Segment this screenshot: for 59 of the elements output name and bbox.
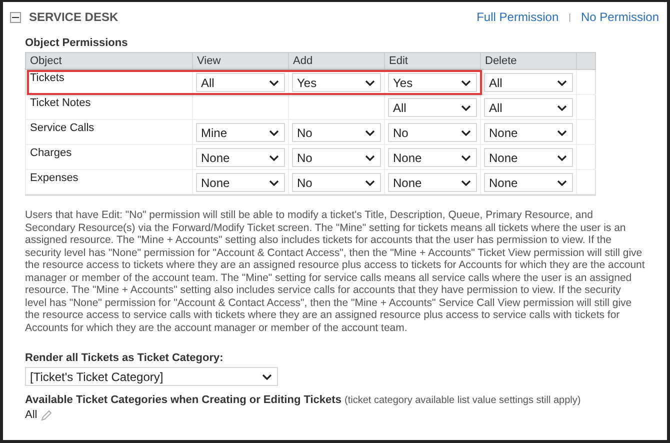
chevron-icon — [365, 154, 375, 160]
chevron-icon — [461, 130, 471, 136]
help-text: Users that have Edit: "No" permission will still be able to modify a ticket's Title, Description, Queue, Primary Resource, and Secondary Resource(s) via the Forward/Modify Ticket screen. The "Mine" setting for tickets means all tickets where the user is an assigned resource. The "Mine + Accounts" setting also includes tickets for accounts that the user has permission to view. If the security level has "None" permission for "Account & Contact Access", then the "Mine + Accounts" Ticket View permission will still give the resource access to tickets where they are an assigned resource plus access to tickets for Accounts for which they are the account manager or member of the account team. The "Mine" setting for service calls means all service calls where the user is an assigned resource. The "Mine + Accounts" setting also includes service calls for accounts that they have permission to view. If the security level has "None" permission for "Account & Contact Access", then the "Mine + Accounts" Service Call View permission will still give the resource access to service calls with tickets where they are an assigned resource plus access to service calls with tickets for Accounts for which they are the account manager or member of the account team. — [25, 209, 645, 334]
chevron-icon — [269, 80, 279, 86]
chevron-icon — [461, 180, 471, 186]
value-text: All — [25, 409, 38, 421]
chevron-icon — [269, 154, 279, 160]
dropdown[interactable]: All — [484, 98, 573, 117]
object-name: Charges — [30, 147, 72, 159]
chevron-icon — [365, 80, 375, 86]
column-header: Delete — [480, 52, 576, 70]
chevron-icon — [557, 104, 567, 110]
dropdown[interactable]: All — [484, 73, 573, 92]
collapse-toggle[interactable] — [10, 12, 21, 22]
chevron-icon — [557, 154, 567, 160]
dropdown[interactable]: None — [196, 148, 285, 167]
chevron-icon — [365, 180, 375, 186]
hint-text: (ticket category available list value settings still apply) — [344, 395, 581, 406]
dropdown[interactable]: Yes — [388, 73, 477, 92]
chevron-icon — [461, 80, 471, 86]
dropdown[interactable]: All — [388, 98, 477, 117]
chevron-icon — [461, 154, 471, 160]
field-label: Available Ticket Categories when Creating or Editing Tickets — [25, 394, 342, 406]
field-label: Render all Tickets as Ticket Category: — [25, 352, 224, 364]
dropdown[interactable]: No — [292, 123, 381, 142]
chevron-icon — [557, 80, 567, 86]
permission-link[interactable]: No Permission — [580, 10, 659, 24]
dropdown[interactable]: All — [196, 73, 285, 92]
permission-link[interactable]: Full Permission — [476, 10, 559, 24]
dropdown[interactable]: No — [292, 148, 381, 167]
column-header: Object — [26, 52, 192, 70]
dropdown[interactable]: No — [292, 173, 381, 192]
dropdown[interactable]: None — [484, 173, 573, 192]
dropdown[interactable]: None — [196, 173, 285, 192]
table-title: Object Permissions — [25, 37, 129, 49]
chevron-icon — [557, 180, 567, 186]
dropdown[interactable]: None — [484, 123, 573, 142]
dropdown[interactable]: [Ticket's Ticket Category] — [25, 367, 278, 386]
chevron-icon — [461, 104, 471, 110]
dropdown[interactable]: Yes — [292, 73, 381, 92]
dropdown[interactable]: No — [388, 123, 477, 142]
object-name: Service Calls — [30, 122, 94, 134]
chevron-icon — [365, 130, 375, 136]
separator: | — [568, 12, 571, 22]
dropdown[interactable]: Mine — [196, 123, 285, 142]
object-name: Ticket Notes — [30, 97, 91, 109]
column-header: View — [192, 52, 288, 70]
object-name: Expenses — [30, 172, 78, 184]
dropdown[interactable]: None — [388, 173, 477, 192]
chevron-icon — [269, 130, 279, 136]
dropdown[interactable]: None — [388, 148, 477, 167]
section-title: SERVICE DESK — [29, 10, 120, 24]
chevron-icon — [269, 180, 279, 186]
object-name: Tickets — [30, 72, 64, 84]
column-header: Add — [288, 52, 384, 70]
dropdown[interactable]: None — [484, 148, 573, 167]
chevron-icon — [557, 130, 567, 136]
chevron-icon — [262, 374, 272, 380]
column-header: Edit — [384, 52, 480, 70]
